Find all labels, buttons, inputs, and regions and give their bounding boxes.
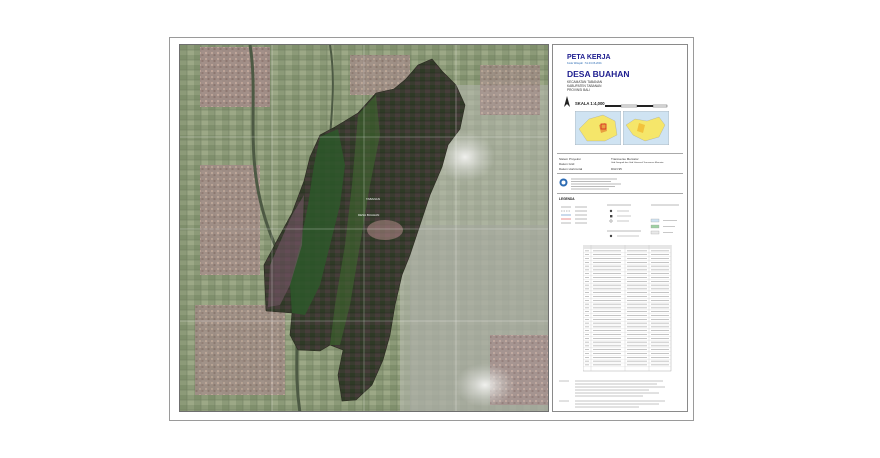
map-imagery	[180, 45, 548, 411]
notes-text-lines	[559, 380, 665, 408]
peta-kerja-title: PETA KERJA	[567, 54, 611, 61]
desa-title: DESA BUAHAN	[567, 69, 630, 79]
datum-grid-value: Grid Geografi dan Grid Universal Transve…	[611, 162, 664, 164]
agency-text-lines	[571, 178, 621, 190]
provinsi-text: PROVINSI BALI	[567, 88, 591, 92]
coordinate-table	[583, 245, 672, 372]
north-arrow-icon	[564, 96, 570, 107]
legend-panel: PETA KERJA Kode Wilayah : 51.03.06.2001 …	[552, 44, 688, 412]
inset-map-regency	[575, 111, 621, 145]
proyeksi-value: Transverse Mercator	[611, 157, 639, 161]
satellite-map[interactable]: DESA BUAHAN TABANAN	[179, 44, 549, 412]
inset-map-province	[623, 111, 669, 145]
village-map-label: DESA BUAHAN	[358, 213, 380, 217]
datum-horizontal-label: Datum Horizontal	[559, 167, 583, 171]
scale-text: SKALA 1:4,000	[575, 101, 605, 106]
legend-symbols	[561, 204, 679, 238]
map-sheet: DESA BUAHAN TABANAN PETA KERJA Kode Wila…	[169, 37, 694, 421]
small-map-label: TABANAN	[366, 197, 380, 201]
datum-grid-label: Datum Grid	[559, 162, 575, 166]
proyeksi-label: Sistem Proyeksi	[559, 157, 581, 161]
scale-bar	[605, 104, 668, 108]
datum-horizontal-value: DGN 95	[611, 167, 622, 171]
legend-title: LEGENDA	[559, 197, 575, 201]
agency-logo-icon	[559, 178, 568, 187]
kode-wilayah: Kode Wilayah : 51.03.06.2001	[567, 62, 602, 65]
